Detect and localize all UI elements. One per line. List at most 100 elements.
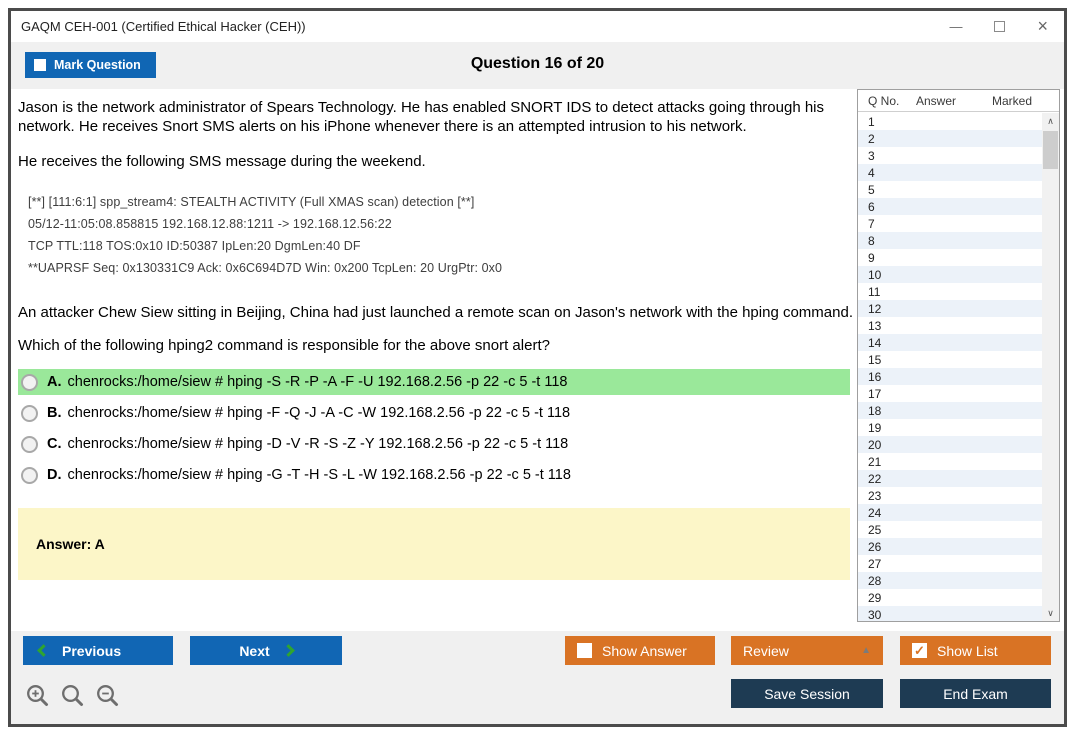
sms-line: TCP TTL:118 TOS:0x10 ID:50387 IpLen:20 D…: [28, 235, 854, 257]
previous-label: Previous: [62, 643, 121, 659]
question-list-row[interactable]: 24: [858, 504, 1042, 521]
radio-button[interactable]: [21, 374, 38, 391]
question-number: 11: [868, 285, 880, 299]
minimize-icon[interactable]: —: [949, 11, 962, 42]
question-number: 12: [868, 302, 881, 316]
question-number: 27: [868, 557, 881, 571]
question-list-row[interactable]: 23: [858, 487, 1042, 504]
previous-button[interactable]: Previous: [23, 636, 173, 665]
maximize-icon[interactable]: [994, 21, 1005, 32]
question-list-row[interactable]: 6: [858, 198, 1042, 215]
option-letter: D.: [47, 467, 62, 483]
question-paragraph: Which of the following hping2 command is…: [18, 336, 854, 355]
show-answer-checkbox[interactable]: [577, 643, 592, 658]
question-list-row[interactable]: 27: [858, 555, 1042, 572]
radio-button[interactable]: [21, 405, 38, 422]
question-list-row[interactable]: 29: [858, 589, 1042, 606]
show-list-checkbox[interactable]: ✓: [912, 643, 927, 658]
question-number: 20: [868, 438, 881, 452]
next-label: Next: [239, 643, 269, 659]
scrollbar-thumb[interactable]: [1043, 131, 1058, 169]
header-strip: Mark Question Question 16 of 20: [11, 42, 1064, 89]
question-list-row[interactable]: 1: [858, 113, 1042, 130]
question-list-row[interactable]: 17: [858, 385, 1042, 402]
end-exam-button[interactable]: End Exam: [900, 679, 1051, 708]
question-list-row[interactable]: 13: [858, 317, 1042, 334]
scrollbar[interactable]: ∧ ∨: [1042, 113, 1059, 621]
save-session-button[interactable]: Save Session: [731, 679, 883, 708]
question-list-row[interactable]: 3: [858, 147, 1042, 164]
question-list-row[interactable]: 7: [858, 215, 1042, 232]
question-list-row[interactable]: 30: [858, 606, 1042, 621]
question-number: 9: [868, 251, 875, 265]
question-list-row[interactable]: 11: [858, 283, 1042, 300]
question-list-row[interactable]: 16: [858, 368, 1042, 385]
question-number: 6: [868, 200, 875, 214]
question-list-row[interactable]: 14: [858, 334, 1042, 351]
question-number: 28: [868, 574, 881, 588]
column-answer: Answer: [916, 94, 992, 108]
option-a[interactable]: A. chenrocks:/home/siew # hping -S -R -P …: [18, 369, 850, 395]
option-letter: C.: [47, 436, 62, 452]
question-paragraph: Jason is the network administrator of Sp…: [18, 98, 854, 136]
scroll-down-icon[interactable]: ∨: [1042, 605, 1059, 621]
sms-line: 05/12-11:05:08.858815 192.168.12.88:1211…: [28, 213, 854, 235]
question-number: 13: [868, 319, 881, 333]
question-list: 1234567891011121314151617181920212223242…: [858, 113, 1042, 621]
question-number: 18: [868, 404, 881, 418]
option-letter: B.: [47, 405, 62, 421]
zoom-reset-icon[interactable]: [60, 683, 86, 709]
review-button[interactable]: Review ▲: [731, 636, 883, 665]
option-text: chenrocks:/home/siew # hping -S -R -P -A…: [68, 374, 568, 390]
question-number: 4: [868, 166, 875, 180]
window-controls: — ×: [949, 11, 1048, 42]
question-number: 19: [868, 421, 881, 435]
question-list-row[interactable]: 9: [858, 249, 1042, 266]
question-number: 29: [868, 591, 881, 605]
question-list-row[interactable]: 12: [858, 300, 1042, 317]
option-d[interactable]: D.chenrocks:/home/siew # hping -G -T -H …: [18, 462, 850, 488]
question-number: 30: [868, 608, 881, 622]
question-list-row[interactable]: 21: [858, 453, 1042, 470]
show-list-label: Show List: [937, 643, 998, 659]
question-list-row[interactable]: 2: [858, 130, 1042, 147]
question-list-row[interactable]: 22: [858, 470, 1042, 487]
zoom-in-icon[interactable]: [25, 683, 51, 709]
question-list-row[interactable]: 5: [858, 181, 1042, 198]
question-list-row[interactable]: 10: [858, 266, 1042, 283]
end-exam-label: End Exam: [943, 686, 1008, 702]
question-list-row[interactable]: 8: [858, 232, 1042, 249]
save-session-label: Save Session: [764, 686, 850, 702]
option-text: chenrocks:/home/siew # hping -D -V -R -S…: [68, 436, 569, 452]
question-paragraph: He receives the following SMS message du…: [18, 152, 854, 171]
question-list-row[interactable]: 18: [858, 402, 1042, 419]
show-answer-button[interactable]: Show Answer: [565, 636, 715, 665]
question-number: 16: [868, 370, 881, 384]
question-list-row[interactable]: 19: [858, 419, 1042, 436]
radio-button[interactable]: [21, 467, 38, 484]
option-text: chenrocks:/home/siew # hping -F -Q -J -A…: [68, 405, 571, 421]
close-icon[interactable]: ×: [1037, 11, 1048, 42]
question-list-row[interactable]: 28: [858, 572, 1042, 589]
question-number: 22: [868, 472, 881, 486]
question-number: 23: [868, 489, 881, 503]
sms-line: **UAPRSF Seq: 0x130331C9 Ack: 0x6C694D7D…: [28, 257, 854, 279]
question-panel: Jason is the network administrator of Sp…: [18, 89, 854, 580]
question-counter: Question 16 of 20: [11, 55, 1064, 73]
answer-text: Answer: A: [36, 536, 105, 552]
content-area: Jason is the network administrator of Sp…: [11, 89, 1064, 631]
option-b[interactable]: B. chenrocks:/home/siew # hping -F -Q -J …: [18, 400, 850, 426]
question-list-row[interactable]: 15: [858, 351, 1042, 368]
next-button[interactable]: Next: [190, 636, 342, 665]
zoom-tools: [25, 683, 121, 709]
question-list-row[interactable]: 20: [858, 436, 1042, 453]
question-list-row[interactable]: 26: [858, 538, 1042, 555]
show-list-button[interactable]: ✓ Show List: [900, 636, 1051, 665]
option-letter: A.: [47, 374, 62, 390]
option-c[interactable]: C. chenrocks:/home/siew # hping -D -V -R …: [18, 431, 850, 457]
question-list-row[interactable]: 4: [858, 164, 1042, 181]
zoom-out-icon[interactable]: [95, 683, 121, 709]
radio-button[interactable]: [21, 436, 38, 453]
question-list-row[interactable]: 25: [858, 521, 1042, 538]
scroll-up-icon[interactable]: ∧: [1042, 113, 1059, 129]
